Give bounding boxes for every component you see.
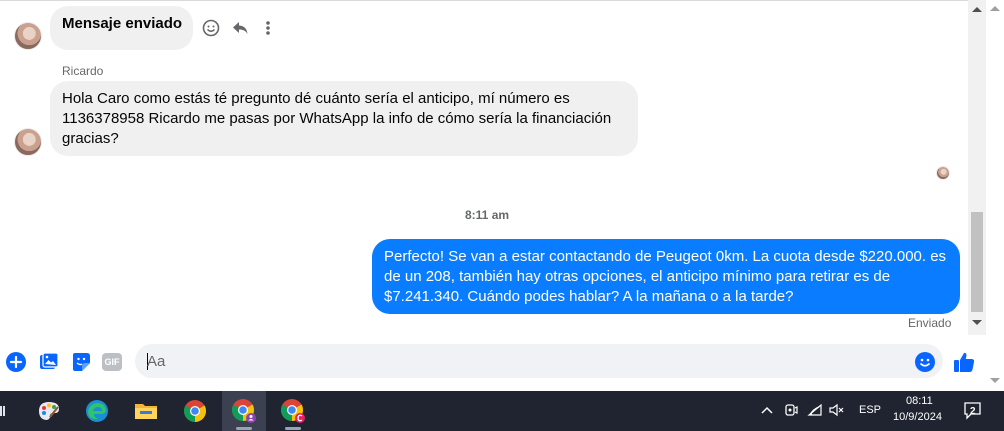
react-emoji-icon[interactable] [201,18,221,38]
message-bubble-outgoing[interactable]: Perfecto! Se van a estar contactando de … [372,239,960,314]
contact-avatar[interactable] [14,128,42,156]
message-input[interactable] [147,344,907,378]
language-indicator[interactable]: ESP [859,404,881,416]
volume-muted-icon[interactable] [829,402,845,418]
taskbar-edge [0,403,6,419]
message-line: de un 208, también hay otras opciones, e… [384,268,891,285]
message-timestamp: 8:11 am [465,208,510,222]
message-line: $7.241.340. Cuándo podes hablar? A la ma… [384,288,794,305]
page-scrollbar[interactable] [986,0,1004,391]
gif-label: GIF [102,353,122,371]
paint-icon[interactable] [27,391,71,431]
message-line: Perfecto! Se van a estar contactando de … [384,248,947,265]
active-indicator [236,427,252,430]
running-indicator [285,427,301,430]
chat-scrollbar[interactable] [968,0,986,335]
clock-date[interactable]: 10/9/2024 [893,411,942,423]
clock-time[interactable]: 08:11 [906,395,933,407]
edge-icon[interactable] [75,391,119,431]
chevron-up-icon[interactable] [759,402,775,418]
plus-icon[interactable] [5,351,27,373]
page-scroll-down-icon[interactable] [990,378,1000,383]
emoji-icon[interactable] [914,351,936,373]
chrome-profile-c-icon[interactable] [271,391,315,431]
chrome-profile-icon[interactable] [222,391,266,431]
more-options-icon[interactable] [258,18,278,38]
scroll-down-arrow-icon[interactable] [972,320,982,325]
sender-name: Ricardo [62,64,104,78]
wifi-icon[interactable] [807,402,823,418]
message-line: gracias? [62,130,119,147]
image-icon[interactable] [38,351,60,373]
meet-now-icon[interactable] [783,402,799,418]
message-bubble-incoming[interactable]: Mensaje enviado [50,6,193,50]
chat-thread: Mensaje enviado Ricardo Hola Caro como e… [0,0,968,335]
message-input-container[interactable] [135,344,943,378]
message-bubble-incoming[interactable]: Hola Caro como estás té pregunto dé cuán… [50,81,638,156]
page-scroll-up-icon[interactable] [990,6,1000,11]
message-status: Enviado [908,316,952,330]
message-composer: GIF [0,335,986,391]
file-explorer-icon[interactable] [124,391,168,431]
message-line: 1136378958 Ricardo me pasas por WhatsApp… [62,110,612,127]
message-text: Mensaje enviado [62,15,183,32]
read-receipt-avatar [936,166,950,180]
gif-icon[interactable]: GIF [101,351,123,373]
message-line: Hola Caro como estás té pregunto dé cuán… [62,90,570,107]
scroll-up-arrow-icon[interactable] [972,7,982,12]
thumbs-up-icon[interactable] [953,351,975,373]
scrollbar-thumb[interactable] [971,212,983,312]
notification-count: 2 [970,406,976,417]
contact-avatar[interactable] [14,22,42,50]
windows-taskbar: ESP 08:11 10/9/2024 2 [0,391,1004,431]
reply-icon[interactable] [230,18,250,38]
sticker-icon[interactable] [70,351,92,373]
notifications-icon[interactable]: 2 [963,400,985,422]
chrome-icon[interactable] [173,391,217,431]
